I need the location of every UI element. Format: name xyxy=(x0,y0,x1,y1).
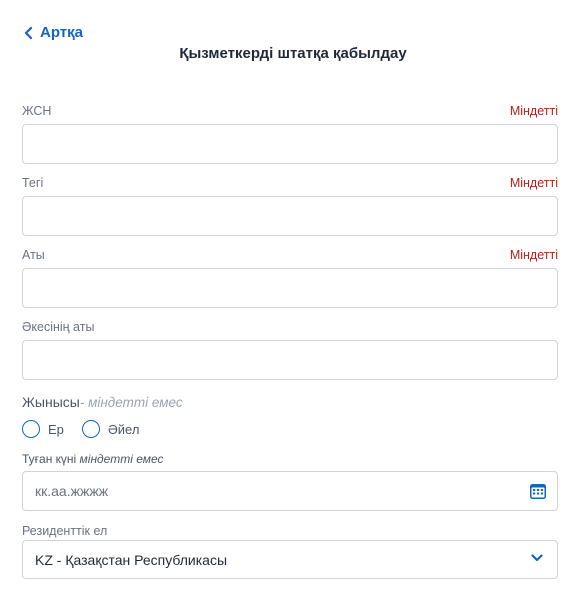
radio-circle[interactable] xyxy=(22,420,40,438)
name-required-badge: Міндетті xyxy=(509,248,558,262)
birth-date-input[interactable] xyxy=(23,472,557,510)
name-label: Аты xyxy=(22,248,45,262)
surname-label: Тегі xyxy=(22,176,44,190)
patronymic-label: Әкесінің аты xyxy=(22,320,95,334)
residency-selected-value: KZ - Қазақстан Республикасы xyxy=(35,551,228,568)
chevron-down-icon xyxy=(531,554,543,562)
calendar-icon[interactable] xyxy=(529,482,547,500)
gender-radio-female[interactable]: Әйел xyxy=(82,420,139,438)
gender-optional-note: - міндетті емес xyxy=(79,395,183,410)
surname-required-badge: Міндетті xyxy=(509,176,558,190)
gender-option-male-label: Ер xyxy=(48,421,64,437)
residency-select[interactable]: KZ - Қазақстан Республикасы xyxy=(22,540,558,579)
gender-radio-male[interactable]: Ер xyxy=(22,420,64,438)
gender-label: Жынысы- міндетті емес xyxy=(22,394,183,410)
back-button[interactable]: Артқа xyxy=(24,24,83,41)
back-label: Артқа xyxy=(40,24,83,41)
iin-input[interactable] xyxy=(22,124,558,164)
patronymic-input[interactable] xyxy=(22,340,558,380)
gender-option-female-label: Әйел xyxy=(108,421,140,437)
birth-date-field xyxy=(22,471,558,511)
iin-required-badge: Міндетті xyxy=(509,104,558,118)
page-title: Қызметкерді штатқа қабылдау xyxy=(179,45,407,62)
radio-circle[interactable] xyxy=(82,420,100,438)
residency-label: Резиденттік ел xyxy=(22,524,108,538)
surname-input[interactable] xyxy=(22,196,558,236)
gender-label-text: Жынысы xyxy=(22,394,80,410)
chevron-left-icon xyxy=(24,26,33,39)
iin-label: ЖСН xyxy=(22,104,52,118)
name-input[interactable] xyxy=(22,268,558,308)
birth-date-label-text: Туған күні xyxy=(22,452,80,466)
birth-date-optional-note: міндетті емес xyxy=(79,452,164,466)
birth-date-label: Туған күні міндетті емес xyxy=(22,452,164,466)
